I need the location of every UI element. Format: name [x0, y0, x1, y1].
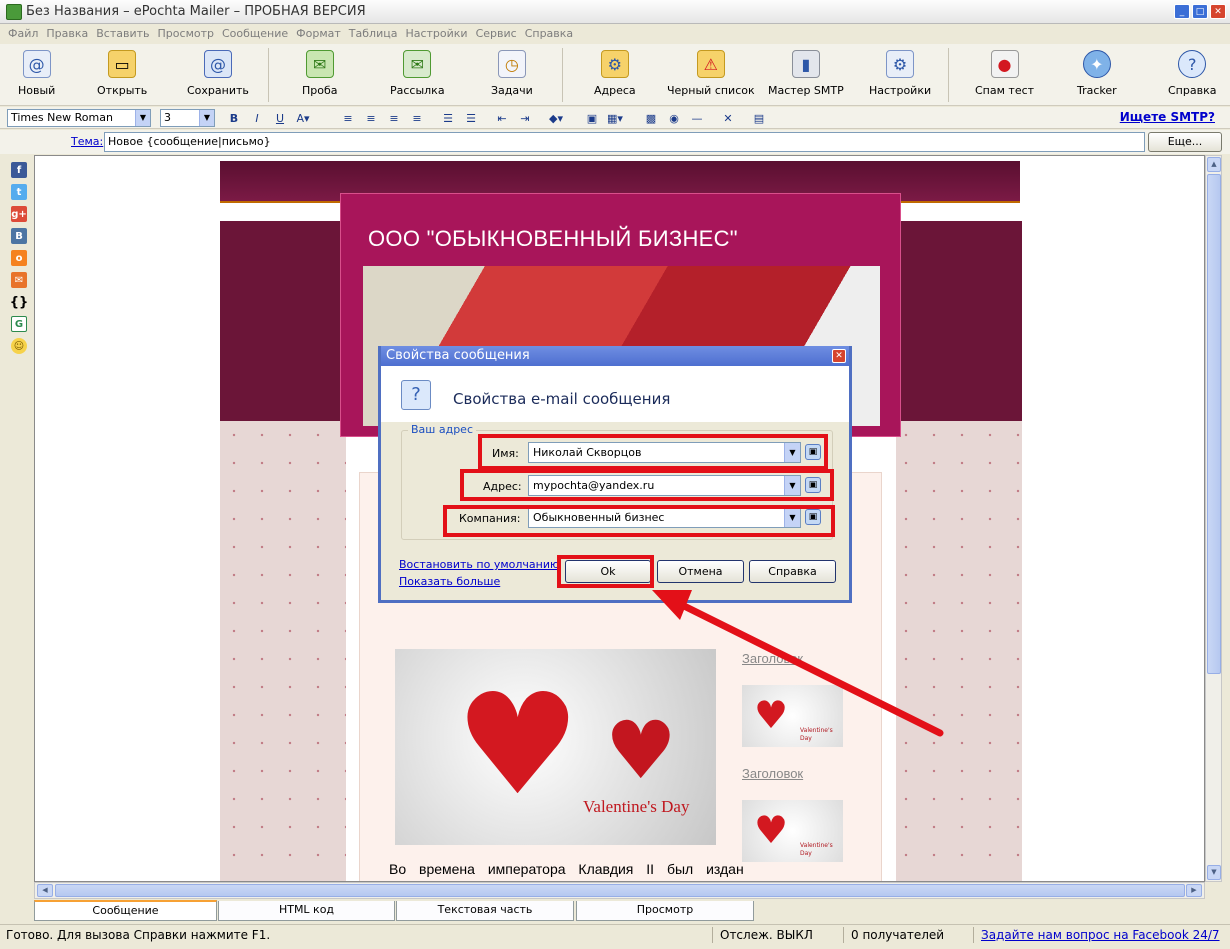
annotation-arrow [652, 590, 944, 737]
